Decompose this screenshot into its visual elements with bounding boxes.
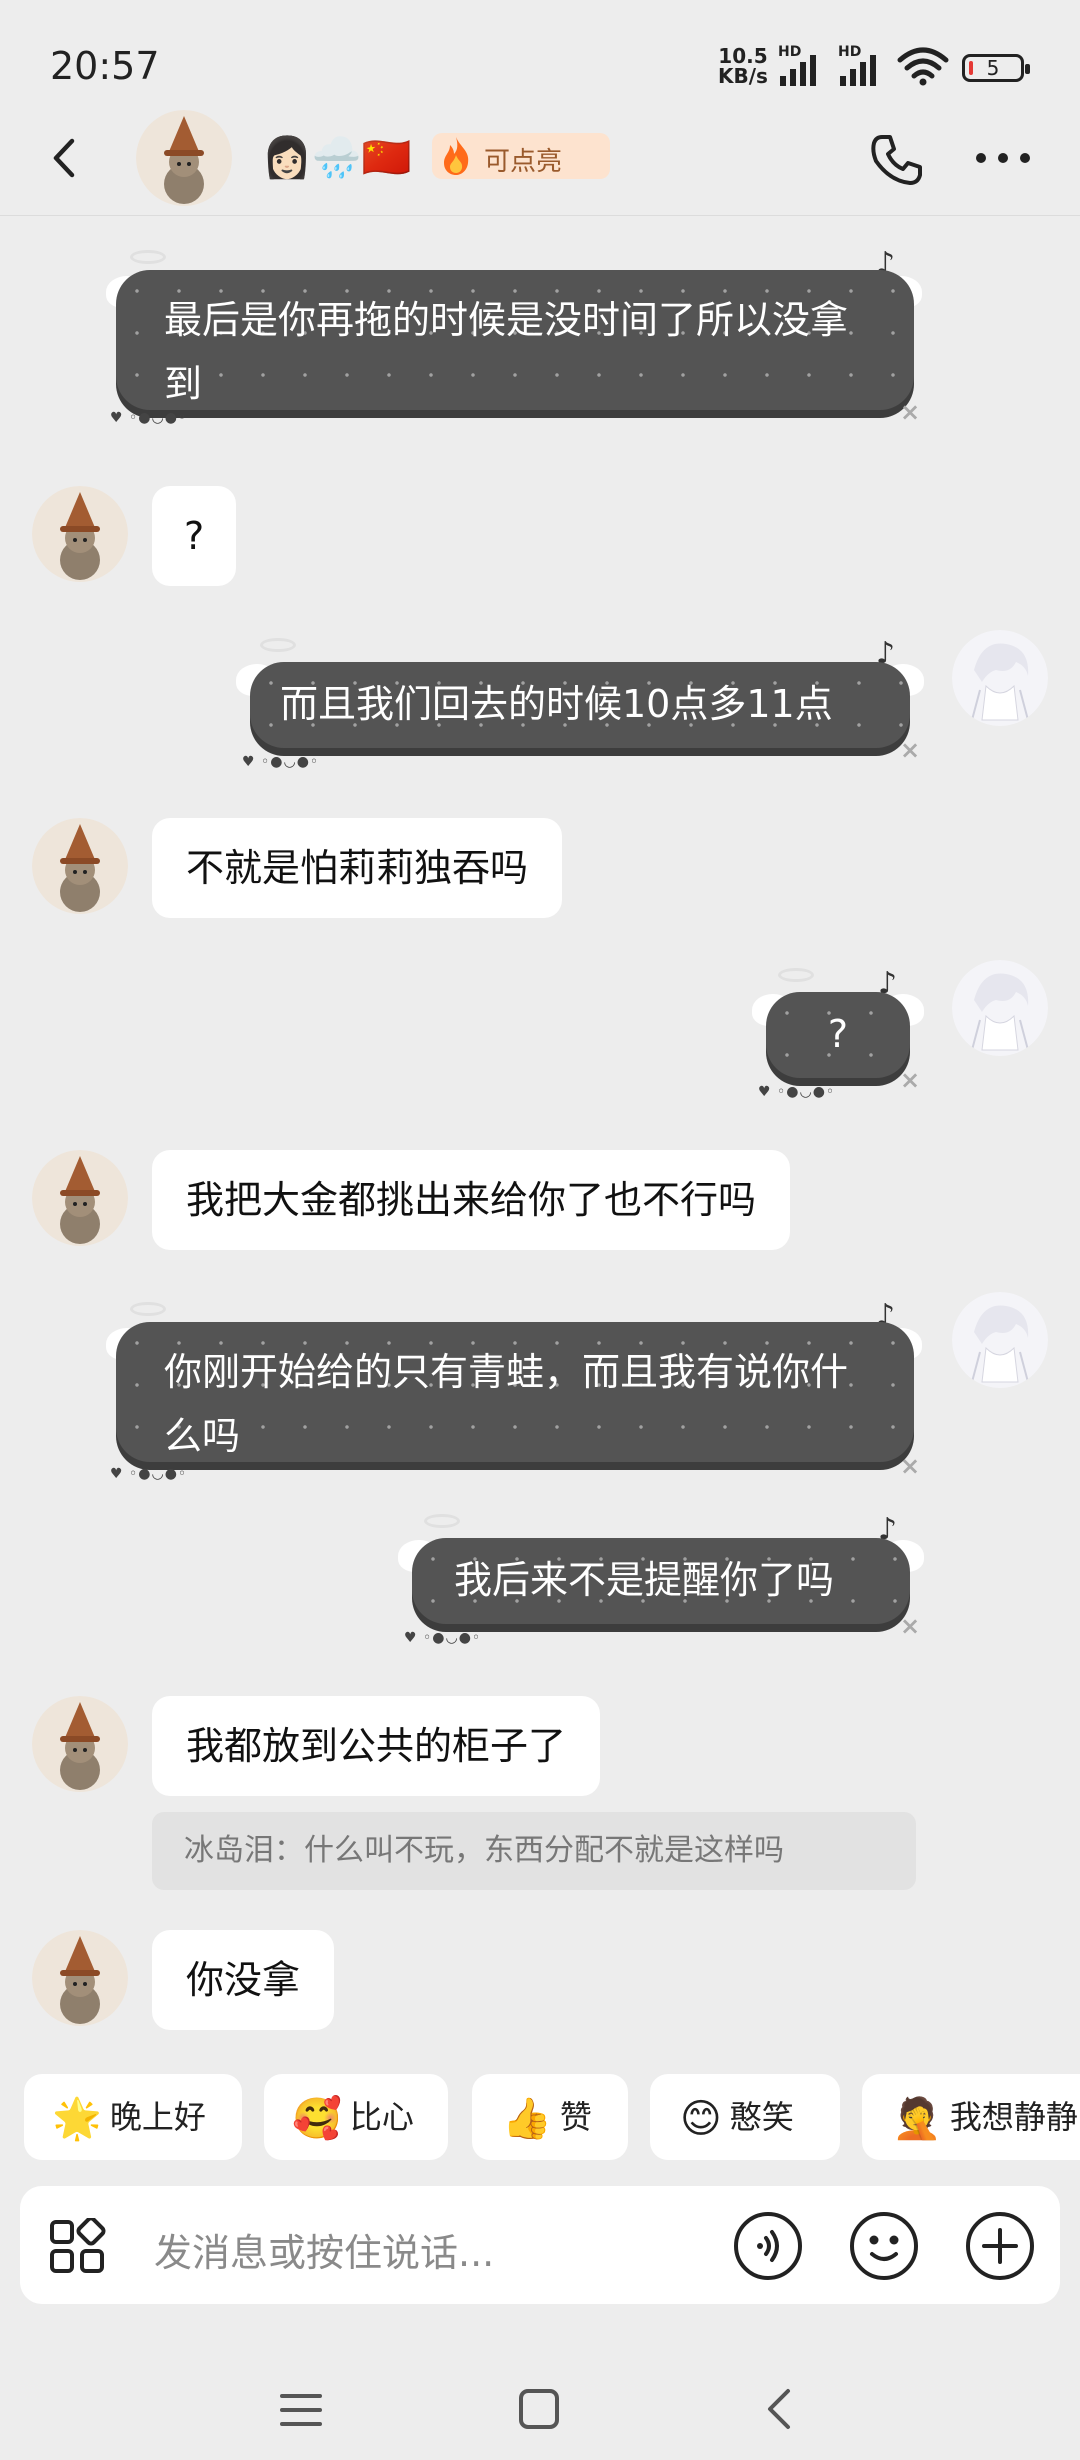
contact-avatar[interactable] — [32, 1696, 128, 1792]
battery-icon: 5 — [962, 54, 1030, 82]
signal-icon-2: HD — [838, 44, 876, 86]
message-text: 我都放到公共的柜子了 — [186, 1724, 567, 1768]
heart-face-emoji-icon: 🥰 — [292, 2096, 342, 2142]
quick-reply-chip[interactable]: 👍 赞 — [472, 2074, 628, 2160]
signal-icon: HD — [778, 44, 816, 86]
message-bubble-sent[interactable]: ♪ 我后来不是提醒你了吗 ♥ ◦●◡●◦ × — [398, 1512, 924, 1652]
message-bubble-received[interactable]: 我都放到公共的柜子了 — [152, 1696, 601, 1796]
quick-reply-chip[interactable]: 🤦 我想静静 — [862, 2074, 1080, 2160]
quick-reply-chip[interactable]: 😊 憨笑 — [650, 2074, 840, 2160]
network-speed-value: 10.5 — [718, 44, 768, 68]
message-text: 你没拿 — [186, 1958, 301, 2002]
flame-icon — [444, 137, 469, 175]
message-bubble-received[interactable]: 你没拿 — [152, 1930, 335, 2030]
voice-icon[interactable] — [732, 2210, 804, 2282]
wifi-icon — [897, 47, 949, 86]
emoji-icon[interactable] — [848, 2210, 920, 2282]
thumbs-up-emoji-icon: 👍 — [502, 2096, 552, 2142]
quick-reply-label: 我想静静 — [949, 2098, 1078, 2136]
contact-avatar[interactable] — [32, 486, 128, 582]
contact-avatar[interactable] — [136, 110, 232, 206]
message-input-bar: 发消息或按住说话... — [20, 2186, 1060, 2304]
contact-status-emojis: 👩🏻🌧️🇨🇳 — [262, 135, 412, 181]
back-nav-icon[interactable] — [760, 2386, 800, 2432]
status-time: 20:57 — [50, 44, 160, 88]
more-icon[interactable] — [976, 153, 1030, 163]
message-input[interactable]: 发消息或按住说话... — [154, 2222, 494, 2277]
phone-icon[interactable] — [868, 131, 926, 189]
menu-nav-icon[interactable] — [278, 2388, 324, 2432]
message-bubble-sent[interactable]: ♪ 最后是你再拖的时候是没时间了所以没拿到 ♥ ◦●◡●◦ × — [106, 246, 924, 426]
smile-emoji-icon: 😊 — [680, 2096, 722, 2142]
message-bubble-received[interactable]: 我把大金都挑出来给你了也不行吗 — [152, 1150, 791, 1250]
back-icon[interactable] — [40, 133, 90, 183]
message-text: 最后是你再拖的时候是没时间了所以没拿到 — [164, 298, 849, 406]
quick-reply-label: 比心 — [349, 2098, 414, 2136]
message-text: ? — [184, 514, 205, 558]
my-avatar[interactable] — [952, 630, 1048, 726]
quick-reply-chip[interactable]: 🥰 比心 — [264, 2074, 448, 2160]
apps-icon[interactable] — [48, 2218, 106, 2276]
message-text: 我把大金都挑出来给你了也不行吗 — [186, 1178, 757, 1222]
facepalm-emoji-icon: 🤦 — [892, 2096, 942, 2142]
quick-reply-label: 憨笑 — [729, 2098, 794, 2136]
message-bubble-received[interactable]: 不就是怕莉莉独吞吗 — [152, 818, 563, 918]
quick-reply-chip[interactable]: 🌟 晚上好 — [24, 2074, 242, 2160]
message-text: 不就是怕莉莉独吞吗 — [186, 846, 529, 890]
network-speed: 10.5 KB/s — [718, 46, 768, 86]
message-text: 你刚开始给的只有青蛙，而且我有说你什么吗 — [164, 1350, 849, 1458]
message-bubble-sent[interactable]: ♪ ? ♥ ◦●◡●◦ × — [752, 966, 924, 1106]
light-up-badge[interactable]: 可点亮 — [432, 133, 610, 179]
light-up-label: 可点亮 — [484, 147, 563, 177]
message-text: ? — [827, 1012, 849, 1056]
system-nav-bar — [0, 2360, 1080, 2460]
signal-hd-label: HD — [778, 44, 802, 60]
message-text: 而且我们回去的时候10点多11点 — [280, 682, 833, 726]
message-text: 我后来不是提醒你了吗 — [454, 1558, 835, 1602]
quoted-message[interactable]: 冰岛泪：什么叫不玩，东西分配不就是这样吗 — [152, 1812, 916, 1890]
contact-avatar[interactable] — [32, 1150, 128, 1246]
message-bubble-sent[interactable]: ♪ 你刚开始给的只有青蛙，而且我有说你什么吗 ♥ ◦●◡●◦ × — [106, 1298, 924, 1488]
star-emoji-icon: 🌟 — [52, 2096, 102, 2142]
contact-avatar[interactable] — [32, 818, 128, 914]
contact-avatar[interactable] — [32, 1930, 128, 2026]
network-speed-unit: KB/s — [718, 64, 768, 88]
quick-reply-label: 赞 — [559, 2098, 592, 2136]
message-bubble-sent[interactable]: ♪ 而且我们回去的时候10点多11点 ♥ ◦●◡●◦ × — [236, 636, 924, 776]
message-bubble-received[interactable]: ? — [152, 486, 237, 586]
signal-hd-label-2: HD — [838, 44, 862, 60]
quick-reply-bar: 🌟 晚上好 🥰 比心 👍 赞 😊 憨笑 🤦 我想静静 — [0, 2074, 1080, 2160]
my-avatar[interactable] — [952, 960, 1048, 1056]
chat-header: 👩🏻🌧️🇨🇳 可点亮 — [0, 105, 1080, 216]
home-nav-icon[interactable] — [516, 2386, 562, 2432]
quick-reply-label: 晚上好 — [109, 2098, 206, 2136]
plus-icon[interactable] — [964, 2210, 1036, 2282]
my-avatar[interactable] — [952, 1292, 1048, 1388]
